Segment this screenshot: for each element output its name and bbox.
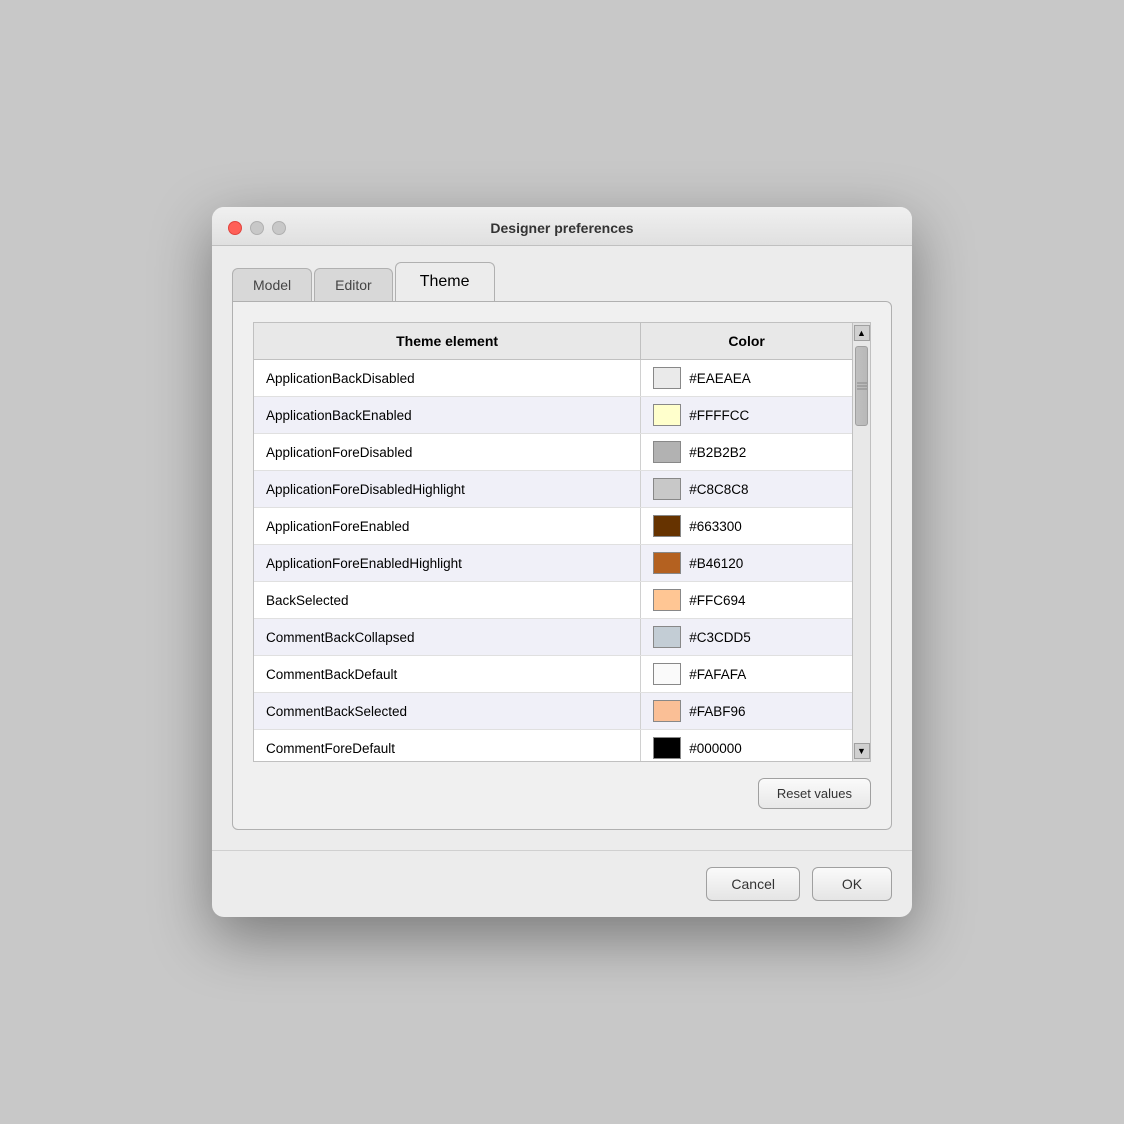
color-swatch[interactable] [653,441,681,463]
maximize-button[interactable] [272,221,286,235]
element-name-cell: ApplicationForeDisabled [254,434,641,471]
ok-button[interactable]: OK [812,867,892,901]
preferences-window: Designer preferences Model Editor Theme … [212,207,912,917]
element-name-cell: CommentForeDefault [254,730,641,762]
color-swatch[interactable] [653,737,681,759]
scrollbar-up-arrow[interactable]: ▲ [854,325,870,341]
theme-table: Theme element Color ApplicationBackDisab… [254,323,852,761]
color-cell[interactable]: #B2B2B2 [641,434,852,471]
scrollbar-thumb[interactable] [855,346,868,426]
color-hex: #FFFFCC [689,408,749,423]
table-row[interactable]: BackSelected #FFC694 [254,582,852,619]
theme-table-container: Theme element Color ApplicationBackDisab… [253,322,871,762]
color-cell[interactable]: #FABF96 [641,693,852,730]
theme-panel: Theme element Color ApplicationBackDisab… [232,301,892,830]
color-hex: #B2B2B2 [689,445,746,460]
color-cell[interactable]: #EAEAEA [641,360,852,397]
element-name-cell: ApplicationForeDisabledHighlight [254,471,641,508]
table-row[interactable]: ApplicationBackEnabled #FFFFCC [254,397,852,434]
reset-values-button[interactable]: Reset values [758,778,871,809]
color-cell[interactable]: #663300 [641,508,852,545]
color-cell[interactable]: #B46120 [641,545,852,582]
content-area: Model Editor Theme Theme element Color [212,246,912,850]
color-hex: #C3CDD5 [689,630,751,645]
color-hex: #FAFAFA [689,667,746,682]
table-row[interactable]: ApplicationForeDisabledHighlight #C8C8C8 [254,471,852,508]
cancel-button[interactable]: Cancel [706,867,800,901]
table-row[interactable]: CommentBackDefault #FAFAFA [254,656,852,693]
bottom-buttons-area: Cancel OK [212,850,912,917]
color-hex: #EAEAEA [689,371,751,386]
color-hex: #B46120 [689,556,743,571]
color-swatch[interactable] [653,663,681,685]
actions-row: Reset values [253,778,871,809]
scrollbar-track: ▲ ▼ [852,323,870,761]
color-swatch[interactable] [653,367,681,389]
tab-model[interactable]: Model [232,268,312,301]
element-name-cell: ApplicationBackDisabled [254,360,641,397]
tab-bar: Model Editor Theme [232,262,892,301]
minimize-button[interactable] [250,221,264,235]
table-row[interactable]: ApplicationForeEnabledHighlight #B46120 [254,545,852,582]
tab-theme[interactable]: Theme [395,262,495,301]
title-bar: Designer preferences [212,207,912,246]
scrollbar-grip [857,383,867,390]
color-swatch[interactable] [653,515,681,537]
table-row[interactable]: ApplicationForeEnabled #663300 [254,508,852,545]
col-element-header: Theme element [254,323,641,360]
color-hex: #C8C8C8 [689,482,748,497]
table-row[interactable]: ApplicationBackDisabled #EAEAEA [254,360,852,397]
grip-line-1 [857,383,867,384]
color-swatch[interactable] [653,589,681,611]
element-name-cell: CommentBackSelected [254,693,641,730]
scrollbar-down-arrow[interactable]: ▼ [854,743,870,759]
element-name-cell: ApplicationBackEnabled [254,397,641,434]
color-cell[interactable]: #C8C8C8 [641,471,852,508]
color-swatch[interactable] [653,478,681,500]
col-color-header: Color [641,323,852,360]
color-cell[interactable]: #FFFFCC [641,397,852,434]
close-button[interactable] [228,221,242,235]
table-row[interactable]: CommentBackCollapsed #C3CDD5 [254,619,852,656]
color-cell[interactable]: #000000 [641,730,852,762]
color-cell[interactable]: #FFC694 [641,582,852,619]
grip-line-3 [857,389,867,390]
table-row[interactable]: CommentBackSelected #FABF96 [254,693,852,730]
color-hex: #663300 [689,519,742,534]
table-scroll-area[interactable]: Theme element Color ApplicationBackDisab… [254,323,852,761]
element-name-cell: CommentBackCollapsed [254,619,641,656]
window-title: Designer preferences [490,220,633,236]
color-swatch[interactable] [653,404,681,426]
color-swatch[interactable] [653,626,681,648]
color-cell[interactable]: #C3CDD5 [641,619,852,656]
element-name-cell: CommentBackDefault [254,656,641,693]
table-row[interactable]: CommentForeDefault #000000 [254,730,852,762]
color-hex: #000000 [689,741,742,756]
tab-editor[interactable]: Editor [314,268,393,301]
color-swatch[interactable] [653,700,681,722]
element-name-cell: ApplicationForeEnabled [254,508,641,545]
element-name-cell: ApplicationForeEnabledHighlight [254,545,641,582]
color-swatch[interactable] [653,552,681,574]
grip-line-2 [857,386,867,387]
color-hex: #FFC694 [689,593,745,608]
table-header-row: Theme element Color [254,323,852,360]
color-hex: #FABF96 [689,704,745,719]
scrollbar-thumb-area [853,341,870,743]
traffic-lights [228,221,286,235]
element-name-cell: BackSelected [254,582,641,619]
color-cell[interactable]: #FAFAFA [641,656,852,693]
table-row[interactable]: ApplicationForeDisabled #B2B2B2 [254,434,852,471]
